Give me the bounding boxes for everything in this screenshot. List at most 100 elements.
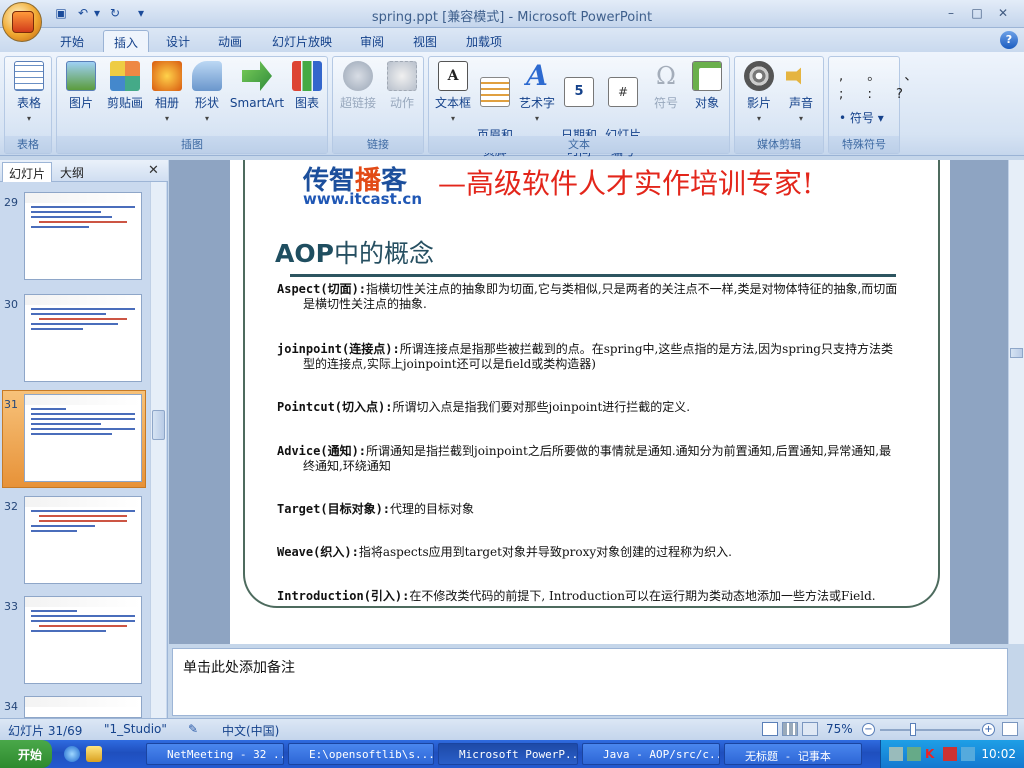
tab-slides[interactable]: 幻灯片: [2, 162, 53, 182]
scrollbar-thumb[interactable]: [1010, 348, 1023, 358]
concept-item-pointcut[interactable]: Pointcut(切入点):所谓切入点是指我们要对那些joinpoint进行拦截…: [277, 400, 901, 415]
taskbar-item-java[interactable]: Java - AOP/src/c...: [582, 743, 720, 765]
wordart-button[interactable]: A 艺术字 ▾: [517, 61, 557, 127]
globe-icon: [343, 61, 373, 91]
object-button[interactable]: 对象: [687, 61, 727, 111]
concept-term: Weave(织入):: [277, 545, 359, 559]
tab-animations[interactable]: 动画: [208, 30, 252, 52]
table-button[interactable]: 表格 ▾: [9, 61, 49, 127]
undo-dropdown-icon[interactable]: ▾: [92, 5, 102, 22]
concept-item-weave[interactable]: Weave(织入):指将aspects应用到target对象并导致proxy对象…: [277, 545, 901, 560]
redo-icon[interactable]: ↻: [106, 5, 124, 22]
notes-pane[interactable]: 单击此处添加备注: [172, 648, 1008, 716]
tab-outline[interactable]: 大纲: [54, 162, 90, 182]
language-indicator[interactable]: 中文(中国): [222, 722, 279, 739]
symbol-button[interactable]: Ω 符号: [647, 61, 685, 111]
ie-icon[interactable]: [64, 746, 80, 762]
action-button[interactable]: 动作: [383, 61, 421, 111]
slideshow-view-icon[interactable]: [802, 722, 818, 736]
slide-slogan: —高级软件人才实作培训专家!: [438, 167, 814, 200]
wordart-icon: A: [526, 59, 548, 92]
close-button[interactable]: ✕: [990, 4, 1016, 22]
quicklaunch-icon[interactable]: [86, 746, 102, 762]
tray-icon[interactable]: [961, 747, 975, 761]
textbox-button[interactable]: A 文本框 ▾: [433, 61, 473, 127]
date-time-button[interactable]: 5 日期和 时间: [559, 61, 599, 175]
symbol-row-2[interactable]: ; : ?: [839, 87, 913, 102]
maximize-button[interactable]: □: [964, 4, 990, 22]
concept-desc: 指横切性关注点的抽象即为切面,它与类相似,只是两者的关注点不一样,类是对物体特征…: [303, 282, 898, 311]
special-symbol-button[interactable]: • 符号 ▾: [839, 109, 884, 126]
slide-thumbnail-34[interactable]: [24, 696, 142, 718]
header-footer-button[interactable]: 页眉和 页脚: [475, 61, 515, 175]
group-label-special: 特殊符号: [829, 136, 899, 153]
tab-slideshow[interactable]: 幻灯片放映: [262, 30, 342, 52]
zoom-level[interactable]: 75%: [826, 722, 853, 736]
chevron-down-icon: ▾: [204, 114, 209, 123]
tray-icon[interactable]: [907, 747, 921, 761]
taskbar-item-explorer[interactable]: E:\opensoftlib\s...: [288, 743, 434, 765]
tab-design[interactable]: 设计: [156, 30, 200, 52]
tray-icon[interactable]: [889, 747, 903, 761]
fit-to-window-icon[interactable]: [1002, 722, 1018, 736]
tab-insert[interactable]: 插入: [103, 30, 150, 52]
chart-button[interactable]: 图表: [289, 61, 325, 111]
tray-icon[interactable]: [943, 747, 957, 761]
photo-album-button[interactable]: 相册 ▾: [149, 61, 185, 127]
concept-item-joinpoint[interactable]: joinpoint(连接点):所谓连接点是指那些被拦截到的点。在spring中,…: [277, 342, 901, 372]
slides-pane-scrollbar[interactable]: [150, 182, 166, 718]
concept-item-introduction[interactable]: Introduction(引入):在不修改类代码的前提下, Introducti…: [277, 589, 901, 604]
zoom-out-icon[interactable]: −: [862, 723, 875, 736]
customize-qat-icon[interactable]: ▾: [136, 5, 146, 22]
office-button[interactable]: [2, 2, 42, 42]
tab-home[interactable]: 开始: [50, 30, 94, 52]
scrollbar-thumb[interactable]: [152, 410, 165, 440]
clipart-button[interactable]: 剪贴画: [103, 61, 147, 111]
slide-thumbnail-32[interactable]: [24, 496, 142, 584]
start-button[interactable]: 开始: [0, 740, 52, 768]
shapes-button[interactable]: 形状 ▾: [189, 61, 225, 127]
sound-button[interactable]: 声音 ▾: [781, 61, 821, 127]
slide-title[interactable]: AOP中的概念: [275, 234, 434, 270]
hyperlink-button[interactable]: 超链接: [337, 61, 379, 111]
slide-thumbnail-33[interactable]: [24, 596, 142, 684]
wordart-label: 艺术字: [518, 96, 555, 110]
tab-view[interactable]: 视图: [403, 30, 447, 52]
tray-k-icon[interactable]: K: [925, 747, 939, 761]
tab-review[interactable]: 审阅: [350, 30, 394, 52]
help-icon[interactable]: ?: [1000, 31, 1018, 49]
close-pane-icon[interactable]: ✕: [148, 163, 159, 178]
zoom-in-icon[interactable]: +: [982, 723, 995, 736]
tab-addins[interactable]: 加载项: [456, 30, 512, 52]
concept-desc: 代理的目标对象: [390, 502, 475, 516]
concept-item-target[interactable]: Target(目标对象):代理的目标对象: [277, 502, 901, 517]
spellcheck-icon[interactable]: ✎: [188, 722, 204, 736]
zoom-slider[interactable]: [880, 729, 980, 731]
taskbar-item-netmeeting[interactable]: NetMeeting - 32 ...: [146, 743, 284, 765]
undo-icon[interactable]: ↶: [74, 5, 92, 22]
hyperlink-label: 超链接: [339, 96, 376, 110]
picture-button[interactable]: 图片: [63, 61, 99, 111]
photo-album-icon: [152, 61, 182, 91]
movie-button[interactable]: 影片 ▾: [739, 61, 779, 127]
theme-name[interactable]: "1_Studio": [104, 722, 167, 736]
slide-thumbnail-30[interactable]: [24, 294, 142, 382]
minimize-button[interactable]: –: [938, 4, 964, 22]
slide-number-button[interactable]: # 幻灯片 编号: [601, 61, 645, 175]
symbol-row-1[interactable]: , 。 、: [839, 65, 927, 84]
normal-view-icon[interactable]: [762, 722, 778, 736]
slide-scrollbar[interactable]: [1008, 160, 1024, 644]
smartart-button[interactable]: SmartArt: [229, 61, 285, 111]
taskbar-item-notepad[interactable]: 无标题 - 记事本: [724, 743, 862, 765]
slide-thumbnail-29[interactable]: [24, 192, 142, 280]
calendar-icon: 5: [564, 77, 594, 107]
save-icon[interactable]: ▣: [52, 5, 70, 22]
slide-sorter-icon[interactable]: [782, 722, 798, 736]
taskbar-item-powerpoint[interactable]: Microsoft PowerP...: [438, 743, 578, 765]
slide-thumbnail-31[interactable]: [24, 394, 142, 482]
concept-item-aspect[interactable]: Aspect(切面):指横切性关注点的抽象即为切面,它与类相似,只是两者的关注点…: [277, 282, 901, 312]
group-label-links: 链接: [333, 136, 423, 153]
brand-url: www.itcast.cn: [303, 190, 423, 208]
zoom-slider-thumb[interactable]: [910, 723, 916, 736]
concept-item-advice[interactable]: Advice(通知):所谓通知是指拦截到joinpoint之后所要做的事情就是通…: [277, 444, 901, 474]
